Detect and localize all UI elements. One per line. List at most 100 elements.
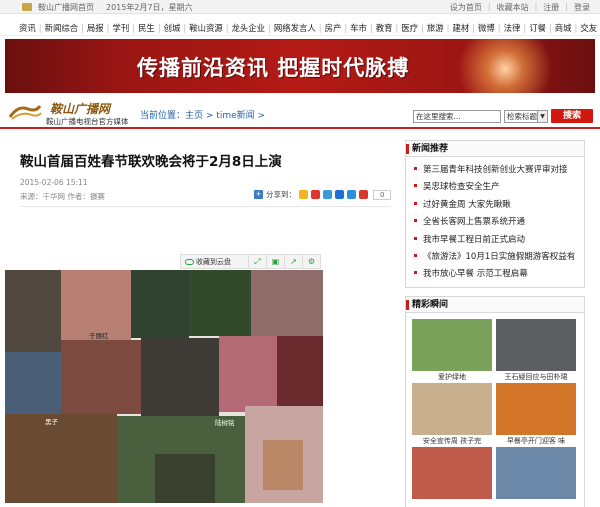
portrait-photo	[131, 270, 189, 338]
highlight-thumbnail[interactable]	[412, 319, 492, 371]
cloud-icon	[185, 258, 194, 265]
highlight-thumbnail[interactable]	[496, 447, 576, 499]
highlight-thumbnail[interactable]	[412, 447, 492, 499]
nav-item[interactable]: 学刊	[109, 22, 132, 34]
tencent-weibo-share-icon[interactable]	[323, 190, 332, 199]
current-date: 2015年2月7日，星期六	[106, 3, 193, 12]
highlight-item[interactable]: 安全宣传周 孩子完	[412, 383, 492, 446]
channel-nav: 资讯 | 新闻综合 | 局报 | 学刊 | 民生 | 创城 | 鞍山资源 | 龙头企业 | 网络发言人 | 房产 | 车…	[0, 20, 600, 36]
highlight-item[interactable]: 爱护绿地	[412, 319, 492, 382]
divider: |	[565, 2, 568, 11]
home-icon	[22, 3, 32, 11]
renren-share-icon[interactable]	[335, 190, 344, 199]
logo-icon[interactable]	[8, 103, 42, 121]
highlights-heading: 精彩瞬间	[406, 297, 584, 313]
settings-icon[interactable]: ⚙	[302, 255, 320, 268]
article-title: 鞍山首届百姓春节联欢晚会将于2月8日上演	[20, 154, 282, 170]
nav-item[interactable]: 资讯	[16, 22, 39, 34]
highlight-caption[interactable]: 王石疑回应与田朴珺	[496, 372, 576, 382]
chevron-down-icon: ▼	[537, 111, 547, 122]
news-list-item[interactable]: 《旅游法》10月1日实施假期游客权益有	[414, 250, 584, 267]
search-input[interactable]	[413, 110, 501, 123]
nav-item[interactable]: 新闻综合	[42, 22, 82, 34]
divider: |	[487, 2, 491, 11]
breadcrumb-section[interactable]: time新闻	[216, 111, 254, 121]
share-bar: + 分享到： 0	[254, 189, 392, 200]
photo-caption: 于丽红	[89, 332, 109, 340]
nav-item[interactable]: 法律	[501, 22, 524, 34]
highlight-thumbnail[interactable]	[412, 383, 492, 435]
save-to-cloud-button[interactable]: 收藏到云盘	[181, 257, 248, 267]
highlight-caption[interactable]: 安全宣传周 孩子完	[412, 436, 492, 446]
news-recommend-panel: 新闻推荐 第三届青年科技创新创业大赛评审对接 吴忠球检查安全生产 过好黄金周 大家先…	[405, 140, 585, 288]
news-list-item[interactable]: 我市放心早餐 示范工程启幕	[414, 267, 584, 284]
portrait-photo	[5, 270, 61, 352]
news-list-item[interactable]: 吴忠球检查安全生产	[414, 180, 584, 197]
nav-item[interactable]: 交友	[577, 22, 600, 34]
divider	[20, 206, 390, 207]
highlights-panel: 精彩瞬间 爱护绿地 王石疑回应与田朴珺安全宣传周 孩子完 早餐亭开门迎客 味	[405, 296, 585, 507]
share-count: 0	[373, 189, 392, 200]
highlight-caption[interactable]: 早餐亭开门迎客 味	[496, 436, 576, 446]
article-photo-collage: 于丽红 黑子 陆树铭	[5, 270, 323, 503]
weibo-share-icon[interactable]	[311, 190, 320, 199]
nav-item[interactable]: 车市	[347, 22, 370, 34]
bookmark-link[interactable]: 收藏本站	[497, 2, 529, 13]
save-icon[interactable]: ▣	[266, 255, 284, 268]
highlight-caption[interactable]: 爱护绿地	[412, 372, 492, 382]
news-list-item[interactable]: 第三届青年科技创新创业大赛评审对接	[414, 163, 584, 180]
nav-item[interactable]: 建材	[449, 22, 472, 34]
nav-item[interactable]: 民生	[135, 22, 158, 34]
portrait-photo	[155, 454, 215, 503]
top-links: 设为首页 | 收藏本站 | 注册 | 登录	[450, 2, 590, 13]
nav-item[interactable]: 网络发言人	[271, 22, 319, 34]
nav-item[interactable]: 龙头企业	[229, 22, 269, 34]
nav-item[interactable]: 局报	[84, 22, 107, 34]
highlight-item[interactable]: 王石疑回应与田朴珺	[496, 319, 576, 382]
nav-item[interactable]: 房产	[322, 22, 345, 34]
banner-slogan: 传播前沿资讯 把握时代脉搏	[137, 55, 410, 80]
nav-item[interactable]: 微博	[475, 22, 498, 34]
login-link[interactable]: 登录	[574, 2, 590, 13]
nav-item[interactable]: 教育	[373, 22, 396, 34]
portrait-photo	[141, 338, 219, 416]
fullscreen-icon[interactable]: ⤢	[248, 255, 266, 268]
banner-glow	[445, 39, 565, 93]
home-link[interactable]: 鞍山广播网首页	[38, 2, 94, 13]
site-name[interactable]: 鞍山广播网	[50, 100, 110, 117]
nav-item[interactable]: 订餐	[526, 22, 549, 34]
portrait-photo	[251, 270, 323, 336]
highlight-thumbnail[interactable]	[496, 319, 576, 371]
highlight-item[interactable]	[412, 447, 492, 499]
search-scope-select[interactable]: 检索标题 ▼	[504, 110, 548, 123]
breadcrumb-home[interactable]: 主页	[185, 111, 203, 121]
share-plus-icon[interactable]: +	[254, 190, 263, 199]
search-button[interactable]: 搜索	[551, 109, 593, 123]
top-bar: 鞍山广播网首页 2015年2月7日，星期六 设为首页 | 收藏本站 | 注册 |…	[0, 0, 600, 14]
news-recommend-heading: 新闻推荐	[406, 141, 584, 157]
share-out-icon[interactable]: ↗	[284, 255, 302, 268]
register-link[interactable]: 注册	[543, 2, 559, 13]
highlight-thumbnail[interactable]	[496, 383, 576, 435]
nav-item[interactable]: 创城	[161, 22, 184, 34]
highlight-item[interactable]: 早餐亭开门迎客 味	[496, 383, 576, 446]
portrait-photo	[263, 440, 303, 490]
nav-item[interactable]: 旅游	[424, 22, 447, 34]
news-list-item[interactable]: 过好黄金周 大家先瞅瞅	[414, 198, 584, 215]
photo-caption: 黑子	[45, 418, 58, 426]
nav-item[interactable]: 商城	[552, 22, 575, 34]
qq-share-icon[interactable]	[347, 190, 356, 199]
news-list-item[interactable]: 全省长客网上售票系统开通	[414, 215, 584, 232]
portrait-photo	[5, 352, 61, 414]
banner-ad[interactable]: 传播前沿资讯 把握时代脉搏	[5, 39, 595, 93]
qzone-share-icon[interactable]	[299, 190, 308, 199]
news-list-item[interactable]: 我市早餐工程日前正式启动	[414, 233, 584, 250]
image-toolbar: 收藏到云盘 ⤢ ▣ ↗ ⚙	[180, 254, 321, 269]
highlight-item[interactable]	[496, 447, 576, 499]
set-homepage-link[interactable]: 设为首页	[450, 2, 482, 13]
nav-item[interactable]: 鞍山资源	[186, 22, 226, 34]
article-source: 来源：千华网 作者：摄赛	[20, 192, 105, 201]
portrait-photo	[277, 336, 323, 406]
netease-share-icon[interactable]	[359, 190, 368, 199]
nav-item[interactable]: 医疗	[398, 22, 421, 34]
